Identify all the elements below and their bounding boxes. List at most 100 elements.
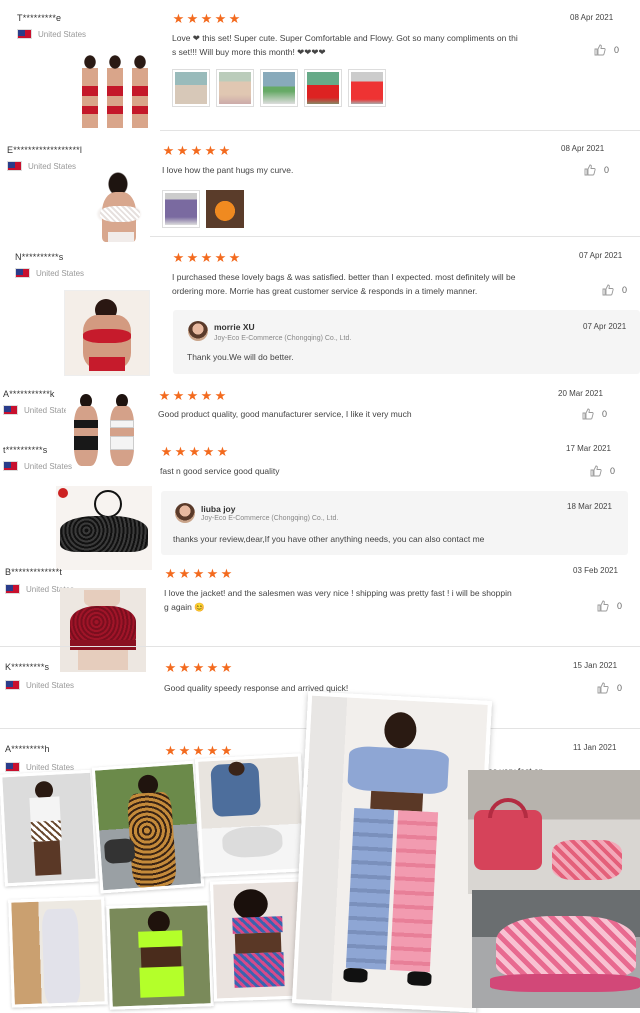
star-icon: ★ [192,743,205,758]
review-photo-thumbnail[interactable] [162,190,200,228]
star-icon: ★ [192,566,205,581]
review-text: Good product quality, good manufacturer … [158,409,412,419]
star-icon: ★ [190,143,203,158]
like-button[interactable]: 0 [597,600,622,612]
thumbs-up-icon [602,284,614,296]
product-image-black-lace-bralette [56,486,152,570]
review-photo-thumbnail[interactable] [260,69,298,107]
review-photos [172,69,386,107]
star-icon: ★ [158,388,171,403]
thumbs-up-icon [590,465,602,477]
seller-company: Joy-Eco E-Commerce (Chongqing) Co., Ltd. [201,515,339,522]
review-date: 17 Mar 2021 [566,444,611,453]
review-text-line: ordering more. Morrie has great customer… [172,286,478,296]
star-rating: ★ ★ ★ ★ ★ [164,661,233,674]
review-photo-thumbnail[interactable] [216,69,254,107]
star-icon: ★ [172,11,185,26]
review-divider [160,130,640,131]
star-icon: ★ [218,143,231,158]
customer-photo-leopard-set [91,760,205,894]
like-button[interactable]: 0 [584,164,609,176]
reviewer-name: E******************l [7,145,83,155]
review-text-line: s set!!! Will buy more this month! ❤❤❤❤ [172,47,326,57]
product-image-lingerie-pair [66,392,146,472]
reviewer-name: B*************t [5,567,63,577]
country-label: United States [36,268,85,278]
star-icon: ★ [176,143,189,158]
review-photo-thumbnail[interactable] [304,69,342,107]
reviewer-country: United States [3,461,72,471]
like-count: 0 [602,409,608,419]
star-rating: ★ ★ ★ ★ ★ [164,567,233,580]
us-flag-icon [15,268,30,278]
like-button[interactable]: 0 [597,682,622,694]
star-icon: ★ [186,250,199,265]
review-date: 07 Apr 2021 [579,251,623,260]
star-icon: ★ [202,444,215,459]
star-icon: ★ [228,250,241,265]
reply-text: thanks your review,dear,If you have othe… [173,534,485,544]
review-divider [0,646,640,647]
like-button[interactable]: 0 [594,44,619,56]
customer-photo-neon-set [106,902,214,1010]
star-icon: ★ [164,660,177,675]
review-text-line: g again 😊 [164,602,205,612]
customer-photo-stacked-pants [291,691,493,1013]
reviewer-name: K*********s [5,662,50,672]
star-icon: ★ [178,660,191,675]
reply-date: 07 Apr 2021 [583,322,627,331]
star-icon: ★ [160,444,173,459]
review-date: 08 Apr 2021 [561,144,605,153]
review-photo-thumbnail[interactable] [172,69,210,107]
reviewer-country: United States [15,268,84,278]
like-button[interactable]: 0 [602,284,627,296]
thumbs-up-icon [584,164,596,176]
thumbs-up-icon [597,600,609,612]
seller-reply: morrie XU Joy-Eco E-Commerce (Chongqing)… [173,310,640,374]
star-icon: ★ [192,660,205,675]
reply-text: Thank you.We will do better. [187,352,294,362]
star-icon: ★ [162,143,175,158]
star-icon: ★ [220,660,233,675]
star-rating: ★ ★ ★ ★ ★ [162,144,231,157]
review-date: 15 Jan 2021 [573,661,618,670]
review-text-line: I purchased these lovely bags & was sati… [172,272,516,282]
review-date: 08 Apr 2021 [570,13,614,22]
review-photo-thumbnail[interactable] [348,69,386,107]
star-icon: ★ [172,250,185,265]
star-rating: ★ ★ ★ ★ ★ [172,12,241,25]
star-icon: ★ [188,444,201,459]
country-label: United States [24,405,73,415]
like-count: 0 [622,285,628,295]
star-icon: ★ [200,388,213,403]
reviewer-country: United States [7,161,76,171]
star-icon: ★ [214,388,227,403]
review-date: 11 Jan 2021 [573,743,617,752]
country-label: United States [38,29,87,39]
seller-avatar [175,503,195,523]
reviewer-country: United States [17,29,86,39]
star-rating: ★ ★ ★ ★ ★ [158,389,227,402]
us-flag-icon [3,461,18,471]
reviewer-name: A***********k [3,389,55,399]
reviewer-name: A*********h [5,744,50,754]
star-icon: ★ [200,250,213,265]
star-icon: ★ [216,444,229,459]
seller-company: Joy-Eco E-Commerce (Chongqing) Co., Ltd. [214,335,352,342]
review-text: I purchased these lovely bags & was sati… [172,270,572,298]
us-flag-icon [17,29,32,39]
star-icon: ★ [172,388,185,403]
like-button[interactable]: 0 [590,465,615,477]
like-button[interactable]: 0 [582,408,607,420]
review-date: 20 Mar 2021 [558,389,603,398]
review-text-line: Love ❤ this set! Super cute. Super Comfo… [172,33,518,43]
reviewer-country: United States [3,405,72,415]
review-photo-thumbnail[interactable] [206,190,244,228]
review-text: Love ❤ this set! Super cute. Super Comfo… [172,31,562,59]
seller-avatar [188,321,208,341]
star-icon: ★ [164,566,177,581]
seller-reply: liuba joy Joy-Eco E-Commerce (Chongqing)… [161,491,628,555]
product-image-lace-bralette [80,170,152,244]
customer-photo-denim-set [194,753,308,877]
star-icon: ★ [206,566,219,581]
